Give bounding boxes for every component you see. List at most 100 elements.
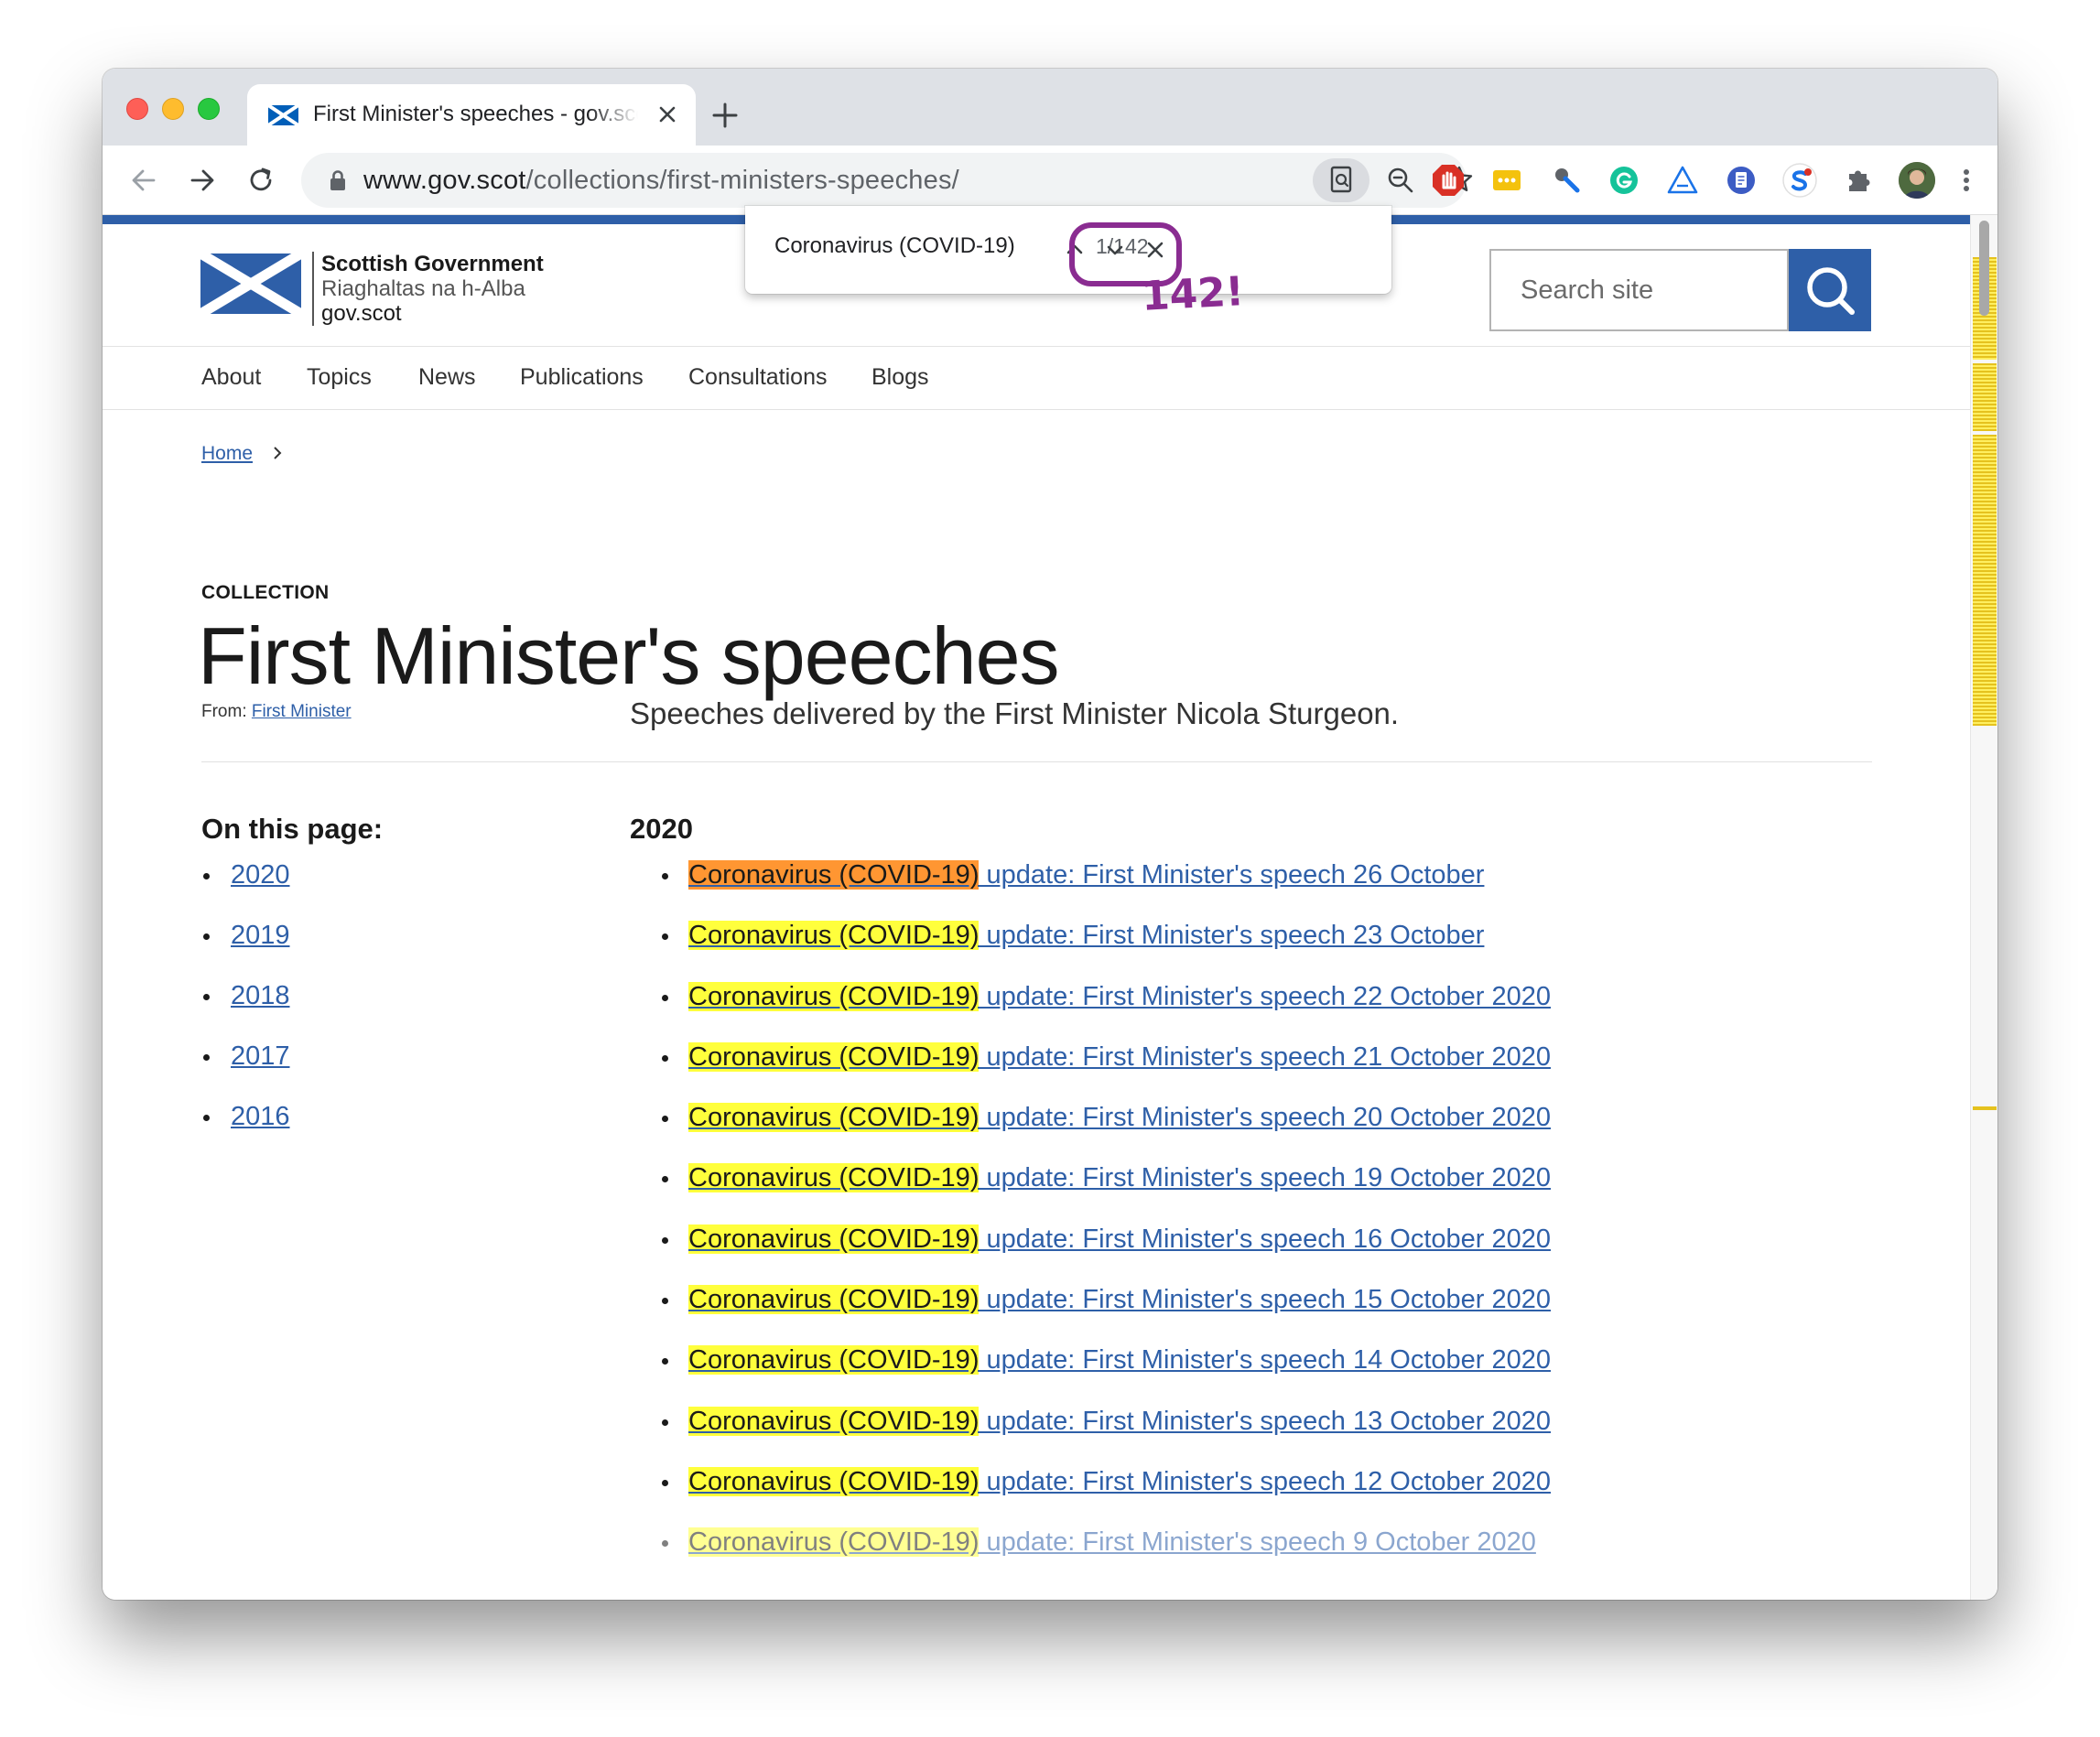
- on-this-page-list: 2020 2019 2018 2017 2016: [201, 845, 290, 1147]
- list-item: Coronavirus (COVID-19) update: First Min…: [630, 1148, 1551, 1208]
- vertical-scrollbar[interactable]: [1970, 215, 1997, 1600]
- list-item: Coronavirus (COVID-19) update: First Min…: [630, 1391, 1551, 1451]
- nav-blogs[interactable]: Blogs: [871, 364, 929, 391]
- password-manager-extension-icon[interactable]: [1488, 162, 1525, 199]
- web-page: Scottish Government Riaghaltas na h-Alba…: [103, 215, 1970, 1600]
- main-nav: About Topics News Publications Consultat…: [103, 346, 1970, 410]
- nav-consultations[interactable]: Consultations: [688, 364, 827, 391]
- list-item: Coronavirus (COVID-19) update: First Min…: [630, 1330, 1551, 1390]
- match-markers: [1973, 363, 1997, 431]
- page-title: First Minister's speeches: [198, 610, 1060, 701]
- speech-link[interactable]: Coronavirus (COVID-19) update: First Min…: [688, 921, 1484, 951]
- new-tab-icon[interactable]: [709, 100, 741, 131]
- nav-news[interactable]: News: [418, 364, 476, 391]
- year-link-2020[interactable]: 2020: [231, 860, 290, 890]
- tab-title: First Minister's speeches - gov.scot: [313, 102, 638, 126]
- forward-icon[interactable]: [185, 163, 220, 198]
- list-item: Coronavirus (COVID-19) update: First Min…: [630, 1451, 1551, 1512]
- speech-link[interactable]: Coronavirus (COVID-19) update: First Min…: [688, 1224, 1552, 1254]
- list-item: Coronavirus (COVID-19) update: First Min…: [630, 845, 1551, 905]
- search-match-highlight: Coronavirus (COVID-19): [688, 1103, 980, 1133]
- list-item: Coronavirus (COVID-19) update: First Min…: [630, 905, 1551, 966]
- section-divider: [201, 761, 1872, 762]
- puzzle-extensions-icon[interactable]: [1840, 162, 1877, 199]
- breadcrumb: Home: [201, 443, 253, 465]
- url-text[interactable]: www.gov.scot/collections/first-ministers…: [363, 166, 959, 196]
- close-tab-icon[interactable]: [653, 100, 682, 129]
- reload-icon[interactable]: [244, 163, 278, 198]
- browser-toolbar: www.gov.scot/collections/first-ministers…: [103, 146, 1997, 215]
- speech-link[interactable]: Coronavirus (COVID-19) update: First Min…: [688, 860, 1484, 890]
- nav-about[interactable]: About: [201, 364, 261, 391]
- search-match-highlight: Coronavirus (COVID-19): [688, 1285, 980, 1315]
- speech-link-text: update: First Minister's speech 22 Octob…: [979, 981, 1552, 1011]
- speech-link[interactable]: Coronavirus (COVID-19) update: First Min…: [688, 1103, 1552, 1133]
- speech-link[interactable]: Coronavirus (COVID-19) update: First Min…: [688, 981, 1552, 1011]
- speech-list: Coronavirus (COVID-19) update: First Min…: [630, 845, 1551, 1573]
- search-input[interactable]: [1491, 251, 1787, 329]
- docs-extension-icon[interactable]: [1723, 162, 1759, 199]
- tab-strip: First Minister's speeches - gov.scot: [103, 69, 1997, 146]
- first-minister-link[interactable]: First Minister: [252, 702, 352, 721]
- find-in-page-indicator[interactable]: [1313, 158, 1369, 202]
- speech-link-text: update: First Minister's speech 12 Octob…: [979, 1466, 1552, 1496]
- list-item: 2016: [201, 1086, 290, 1147]
- speech-link-text: update: First Minister's speech 16 Octob…: [979, 1224, 1552, 1254]
- speech-link-text: update: First Minister's speech 26 Octob…: [979, 860, 1485, 890]
- list-item: 2020: [201, 845, 290, 905]
- scroll-thumb[interactable]: [1979, 221, 1989, 316]
- site-logo[interactable]: Scottish Government Riaghaltas na h-Alba…: [200, 252, 567, 326]
- year-heading-2020: 2020: [630, 813, 693, 845]
- search-match-highlight: Coronavirus (COVID-19): [688, 1345, 980, 1376]
- grammarly-extension-icon[interactable]: [1606, 162, 1642, 199]
- address-bar[interactable]: www.gov.scot/collections/first-ministers…: [301, 153, 1473, 208]
- list-item: 2018: [201, 966, 290, 1026]
- year-link-2018[interactable]: 2018: [231, 981, 290, 1010]
- speech-link-text: update: First Minister's speech 15 Octob…: [979, 1285, 1552, 1315]
- adblock-extension-icon[interactable]: [1430, 162, 1467, 199]
- speech-link[interactable]: Coronavirus (COVID-19) update: First Min…: [688, 1285, 1552, 1315]
- back-icon[interactable]: [126, 163, 161, 198]
- on-this-page-heading: On this page:: [201, 813, 384, 845]
- chevron-right-icon: [274, 447, 282, 459]
- speech-link[interactable]: Coronavirus (COVID-19) update: First Min…: [688, 1041, 1551, 1072]
- collection-summary: Speeches delivered by the First Minister…: [630, 696, 1400, 730]
- saltire-logo-icon: [200, 254, 301, 314]
- search-match-highlight: Coronavirus (COVID-19): [688, 860, 980, 890]
- search-match-highlight: Coronavirus (COVID-19): [688, 1041, 980, 1072]
- speech-link-text: update: First Minister's speech 20 Octob…: [979, 1103, 1552, 1133]
- speech-link[interactable]: Coronavirus (COVID-19) update: First Min…: [688, 1527, 1536, 1558]
- browser-window: First Minister's speeches - gov.scot www…: [103, 69, 1997, 1600]
- speech-link[interactable]: Coronavirus (COVID-19) update: First Min…: [688, 1163, 1551, 1193]
- lock-icon[interactable]: [329, 169, 347, 191]
- from-line: From: First Minister: [201, 702, 352, 722]
- search-match-highlight: Coronavirus (COVID-19): [688, 1224, 980, 1254]
- menu-dots-icon[interactable]: [1957, 162, 1976, 199]
- drive-extension-icon[interactable]: [1664, 162, 1701, 199]
- list-item: Coronavirus (COVID-19) update: First Min…: [630, 1087, 1551, 1148]
- minimize-window-button[interactable]: [162, 98, 184, 120]
- eyedropper-extension-icon[interactable]: [1547, 162, 1584, 199]
- maximize-window-button[interactable]: [198, 98, 220, 120]
- speech-link[interactable]: Coronavirus (COVID-19) update: First Min…: [688, 1345, 1551, 1376]
- extension-s-icon[interactable]: [1781, 162, 1818, 199]
- list-item: Coronavirus (COVID-19) update: First Min…: [630, 1027, 1551, 1087]
- breadcrumb-home-link[interactable]: Home: [201, 443, 253, 464]
- nav-publications[interactable]: Publications: [520, 364, 644, 391]
- speech-link[interactable]: Coronavirus (COVID-19) update: First Min…: [688, 1406, 1551, 1436]
- search-button[interactable]: [1789, 249, 1871, 331]
- find-input[interactable]: Coronavirus (COVID-19): [774, 233, 1015, 259]
- profile-avatar[interactable]: [1899, 162, 1935, 199]
- tab-first-ministers-speeches[interactable]: First Minister's speeches - gov.scot: [247, 84, 696, 146]
- speech-link[interactable]: Coronavirus (COVID-19) update: First Min…: [688, 1466, 1552, 1496]
- zoom-icon[interactable]: [1384, 164, 1417, 197]
- find-bar: Coronavirus (COVID-19) 1/142: [745, 206, 1391, 294]
- match-marker: [1973, 1106, 1997, 1110]
- list-item: 2017: [201, 1026, 290, 1086]
- nav-topics[interactable]: Topics: [307, 364, 372, 391]
- year-link-2017[interactable]: 2017: [231, 1041, 290, 1071]
- year-link-2019[interactable]: 2019: [231, 921, 290, 950]
- logo-text: Scottish Government Riaghaltas na h-Alba…: [312, 252, 544, 326]
- close-window-button[interactable]: [126, 98, 148, 120]
- year-link-2016[interactable]: 2016: [231, 1102, 290, 1131]
